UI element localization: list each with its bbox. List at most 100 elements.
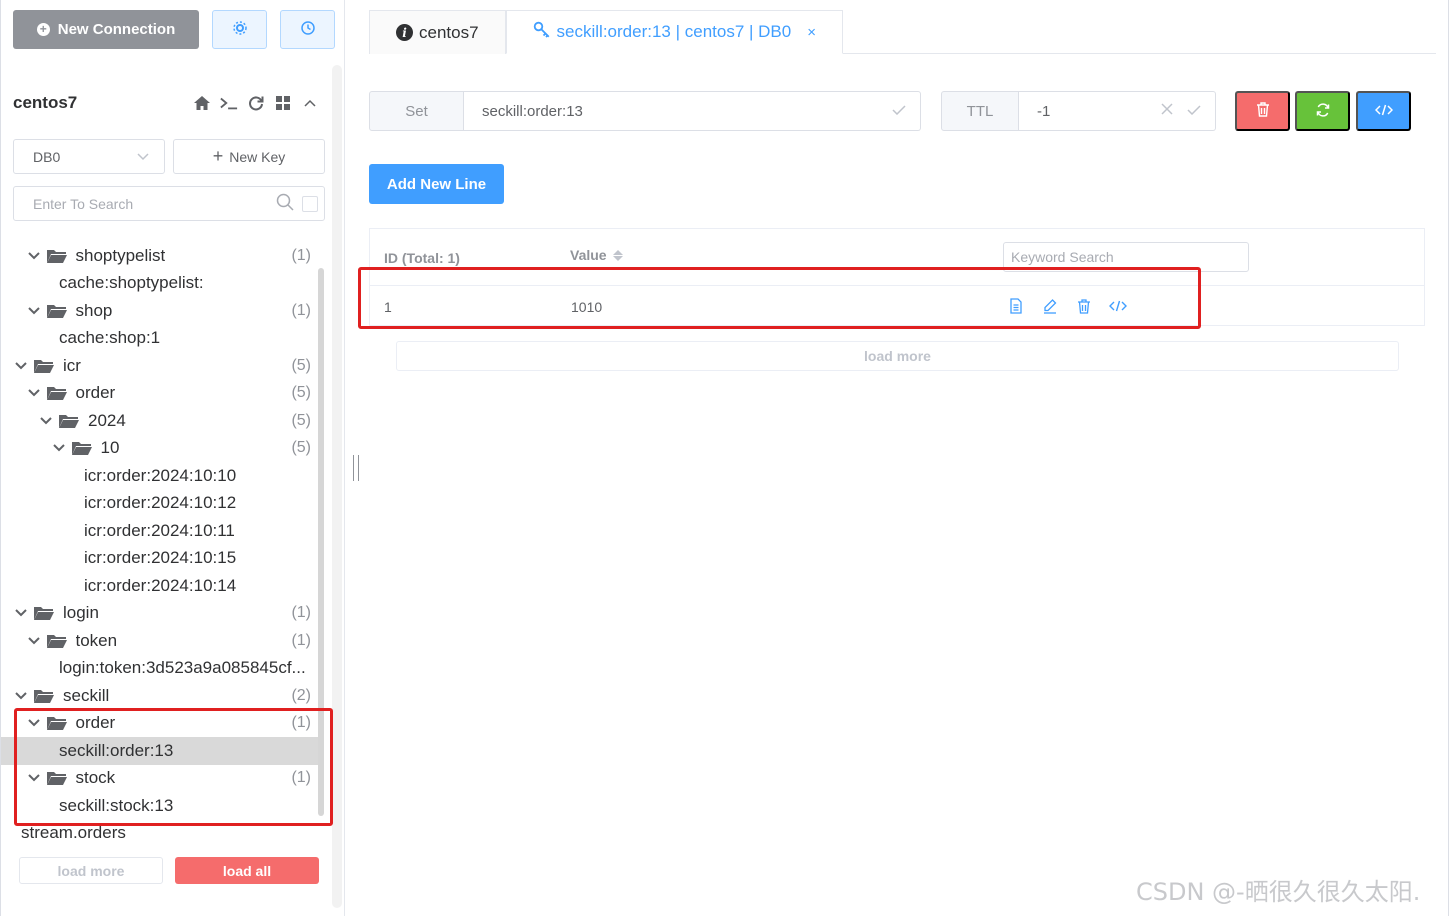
tree-key[interactable]: seckill:order:13 [1,737,319,765]
grid-icon[interactable] [274,94,292,112]
chevron-down-icon[interactable] [27,774,40,782]
add-new-line-button[interactable]: Add New Line [369,164,504,204]
table-load-more-button[interactable]: load more [396,341,1399,371]
key-label: icr:order:2024:10:12 [84,493,237,513]
tree-key[interactable]: icr:order:2024:10:14 [1,572,319,600]
refresh-key-button[interactable] [1295,91,1350,131]
tree-key[interactable]: cache:shoptypelist: [1,270,319,298]
connection-header: centos7 [13,90,319,116]
trash-icon[interactable] [1075,297,1093,315]
tree-key[interactable]: stream.orders [1,820,319,848]
chevron-down-icon[interactable] [15,692,27,700]
tree-folder[interactable]: token (1) [1,627,319,655]
tree-key[interactable]: icr:order:2024:10:10 [1,462,319,490]
exact-search-checkbox[interactable] [302,195,318,212]
chevron-down-icon[interactable] [52,444,65,452]
new-key-label: New Key [229,148,286,165]
clear-icon[interactable] [1161,102,1173,120]
check-icon[interactable] [892,102,906,120]
folder-count: (1) [291,604,311,622]
folder-open-icon [46,715,68,731]
folder-open-icon [46,633,68,649]
value-column-header[interactable]: Value [570,247,623,263]
key-label: icr:order:2024:10:11 [84,520,235,540]
chevron-down-icon[interactable] [27,307,40,315]
folder-open-icon [46,385,68,401]
tree-key[interactable]: seckill:stock:13 [1,792,319,820]
connection-name: centos7 [13,93,78,112]
chevron-down-icon[interactable] [27,252,40,260]
tree-folder[interactable]: order (5) [1,380,319,408]
load-all-button[interactable]: load all [175,857,319,884]
tree-folder[interactable]: shoptypelist (1) [1,242,319,270]
dump-command-button[interactable] [1356,91,1411,131]
sort-icon[interactable] [612,249,623,261]
row-id: 1 [384,299,392,315]
tree-folder[interactable]: seckill (2) [1,682,319,710]
key-search-box [13,186,325,221]
sidebar: + New Connection centos7 DB0 + New Key E… [1,0,345,916]
close-icon[interactable]: × [807,24,816,41]
refresh-icon[interactable] [247,94,265,112]
chevron-down-icon[interactable] [15,362,27,370]
ttl-tools [1161,102,1201,120]
sidebar-load-more-button[interactable]: load more [19,857,163,884]
row-value: 1010 [571,299,603,315]
plus-icon: + [212,146,224,166]
new-connection-button[interactable]: + New Connection [13,10,199,49]
tree-key[interactable]: login:token:3d523a9a085845cf... [1,655,319,683]
code-icon[interactable] [1109,297,1127,315]
edit-icon[interactable] [1041,297,1059,315]
db-select[interactable]: DB0 [13,139,165,174]
sidebar-top-bar: + New Connection [13,10,335,49]
chevron-up-icon[interactable] [301,94,319,112]
tab-label: centos7 [419,22,479,42]
tree-folder[interactable]: 10 (5) [1,435,319,463]
key-label: icr:order:2024:10:10 [84,465,237,485]
search-icon[interactable] [276,193,294,214]
chevron-down-icon[interactable] [27,637,40,645]
chevron-down-icon[interactable] [27,389,40,397]
folder-count: (1) [291,769,311,787]
settings-button[interactable] [212,10,267,49]
chevron-down-icon[interactable] [40,417,52,425]
pane-splitter[interactable] [353,455,359,481]
tree-scrollbar[interactable] [318,268,324,816]
row-actions [1007,297,1127,315]
history-button[interactable] [280,10,335,49]
delete-key-button[interactable] [1235,91,1290,131]
tab-key[interactable]: seckill:order:13 | centos7 | DB0 × [505,10,843,54]
home-icon[interactable] [193,94,211,112]
tree-key[interactable]: icr:order:2024:10:11 [1,517,319,545]
folder-label: token [75,630,118,650]
tree-folder[interactable]: icr (5) [1,352,319,380]
document-icon[interactable] [1007,297,1025,315]
ttl-input[interactable] [1037,102,1161,120]
tree-folder[interactable]: order (1) [1,710,319,738]
sidebar-scrollbar[interactable] [332,65,342,908]
key-name-input[interactable] [482,102,822,120]
terminal-icon[interactable] [220,94,238,112]
tree-folder[interactable]: stock (1) [1,765,319,793]
keyword-search-input[interactable] [1011,249,1241,265]
folder-label: stock [75,768,116,788]
folder-label: 2024 [88,410,126,430]
tree-folder[interactable]: 2024 (5) [1,407,319,435]
tree-key[interactable]: cache:shop:1 [1,325,319,353]
folder-label: order [75,383,116,403]
key-search-input[interactable] [33,195,276,212]
folder-count: (5) [291,439,311,457]
folder-count: (1) [291,631,311,649]
check-icon[interactable] [1187,102,1201,120]
tab-connection[interactable]: i centos7 [369,10,506,54]
chevron-down-icon[interactable] [27,719,40,727]
key-label: seckill:order:13 [59,740,174,760]
tree-key[interactable]: icr:order:2024:10:15 [1,545,319,573]
new-key-button[interactable]: + New Key [173,139,325,174]
chevron-down-icon[interactable] [15,609,27,617]
folder-label: icr [63,355,81,375]
tree-key[interactable]: icr:order:2024:10:12 [1,490,319,518]
tree-folder[interactable]: shop (1) [1,297,319,325]
key-icon [533,21,551,44]
tree-folder[interactable]: login (1) [1,600,319,628]
